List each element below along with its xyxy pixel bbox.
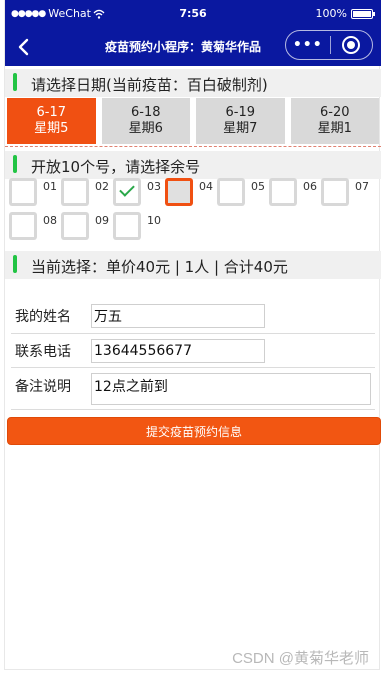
date-tab-date: 6-19 <box>225 105 255 120</box>
note-label: 备注说明 <box>15 379 71 395</box>
selection-section-header: 当前选择：单价40元 | 1人 | 合计40元 <box>5 251 381 279</box>
date-tab[interactable]: 6-19 星期7 <box>196 98 285 144</box>
date-tabs: 6-17 星期5 6-18 星期6 6-19 星期7 6-20 星期1 <box>5 98 381 146</box>
nav-bar: 疫苗预约小程序：黄菊华作品 ••• <box>5 28 381 66</box>
section-marker <box>13 255 17 273</box>
checkbox-inner <box>272 181 294 203</box>
slot-number-label: 05 <box>251 180 265 193</box>
status-bar: ●●●●● WeChat 7:56 100% <box>5 0 381 28</box>
page-title: 疫苗预约小程序：黄菊华作品 <box>105 40 262 54</box>
date-tab-date: 6-18 <box>130 105 161 120</box>
note-row: 备注说明 12点之前到 <box>11 368 375 410</box>
checkbox-inner <box>12 215 34 237</box>
date-tab-weekday: 星期7 <box>223 121 258 136</box>
name-label: 我的姓名 <box>15 309 71 325</box>
number-slot-checkbox[interactable] <box>113 212 141 240</box>
date-tab[interactable]: 6-18 星期6 <box>101 98 190 144</box>
number-slot-checkbox[interactable] <box>61 178 89 206</box>
close-target-icon <box>342 36 361 54</box>
mini-program-capsule: ••• <box>285 30 373 60</box>
checkmark-icon <box>119 181 135 197</box>
checkbox-inner <box>220 181 242 203</box>
phone-input[interactable] <box>91 339 265 363</box>
slot-number-label: 06 <box>303 180 317 193</box>
date-tab-weekday: 星期5 <box>34 121 69 136</box>
number-slot-checkbox[interactable] <box>9 178 37 206</box>
phone-label: 联系电话 <box>15 344 71 360</box>
slot-number-label: 03 <box>147 180 161 193</box>
battery-label: 100% <box>315 7 347 20</box>
phone-row: 联系电话 <box>11 334 375 368</box>
date-tab[interactable]: 6-20 星期1 <box>290 98 379 144</box>
date-tab-weekday: 星期1 <box>317 121 352 136</box>
battery-icon <box>351 8 375 19</box>
status-right: 100% <box>315 7 375 20</box>
slot-number-label: 08 <box>43 214 57 227</box>
date-tab-date: 6-20 <box>319 105 350 120</box>
selection-summary: 当前选择：单价40元 | 1人 | 合计40元 <box>31 258 288 276</box>
date-tab-date: 6-17 <box>36 105 66 120</box>
watermark: CSDN @黄菊华老师 <box>232 650 369 667</box>
checkbox-inner <box>12 181 34 203</box>
date-section-title: 请选择日期(当前疫苗：百白破制剂) <box>31 76 268 94</box>
number-slot-checkbox[interactable] <box>61 212 89 240</box>
back-arrow-icon[interactable] <box>13 36 35 58</box>
checkbox-inner <box>64 215 86 237</box>
slot-number-label: 01 <box>43 180 57 193</box>
submit-booking-button[interactable]: 提交疫苗预约信息 <box>7 417 381 445</box>
number-slot-checkbox[interactable] <box>113 178 141 206</box>
checkbox-inner <box>168 181 190 203</box>
number-slot-checkbox[interactable] <box>165 178 193 206</box>
slot-section-header: 开放10个号，请选择余号 <box>5 151 381 179</box>
number-slot-checkbox[interactable] <box>217 178 245 206</box>
close-button[interactable] <box>330 36 372 54</box>
section-marker <box>13 155 17 173</box>
checkbox-inner <box>64 181 86 203</box>
slot-number-label: 04 <box>199 180 213 193</box>
name-row: 我的姓名 <box>11 300 375 334</box>
number-slot-checkbox[interactable] <box>321 178 349 206</box>
section-marker <box>13 73 17 91</box>
note-textarea[interactable]: 12点之前到 <box>91 373 371 405</box>
date-section-header: 请选择日期(当前疫苗：百白破制剂) <box>5 69 381 97</box>
slot-section-title: 开放10个号，请选择余号 <box>31 158 201 176</box>
more-menu-button[interactable]: ••• <box>286 37 330 53</box>
number-slot-checkbox[interactable] <box>9 212 37 240</box>
number-slot-checkbox[interactable] <box>269 178 297 206</box>
checkbox-inner <box>324 181 346 203</box>
checkbox-inner <box>116 181 138 203</box>
slot-number-label: 09 <box>95 214 109 227</box>
name-input[interactable] <box>91 304 265 328</box>
dashed-divider <box>5 146 381 147</box>
slot-number-label: 07 <box>355 180 369 193</box>
date-tab[interactable]: 6-17 星期5 <box>7 98 96 144</box>
slot-number-label: 10 <box>147 214 161 227</box>
date-tab-weekday: 星期6 <box>128 121 163 136</box>
phone-frame: ●●●●● WeChat 7:56 100% 疫苗预约小程序：黄菊华作品 ••• <box>4 0 381 670</box>
slot-number-label: 02 <box>95 180 109 193</box>
checkbox-inner <box>116 215 138 237</box>
